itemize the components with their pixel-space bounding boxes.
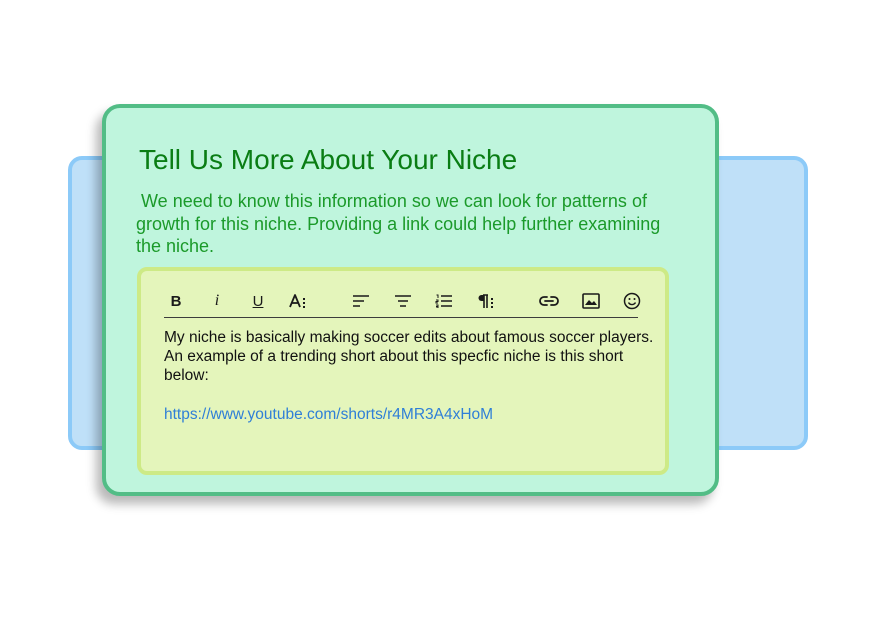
- editor-toolbar: B i U: [164, 287, 641, 318]
- emoji-button[interactable]: [620, 290, 644, 312]
- align-left-icon: [353, 295, 369, 307]
- bold-button[interactable]: B: [164, 290, 188, 312]
- link-icon: [539, 296, 559, 306]
- link-button[interactable]: [537, 290, 561, 312]
- form-title: Tell Us More About Your Niche: [139, 144, 518, 175]
- text-size-button[interactable]: [286, 290, 310, 312]
- numbered-list-icon: [435, 294, 452, 308]
- emoji-icon: [623, 292, 641, 310]
- image-icon: [582, 293, 600, 309]
- editor-content[interactable]: My niche is basically making soccer edit…: [164, 328, 654, 424]
- paragraph-icon: [478, 294, 493, 308]
- text-size-icon: [289, 294, 305, 308]
- align-center-button[interactable]: [391, 290, 415, 312]
- italic-button[interactable]: i: [205, 290, 229, 312]
- numbered-list-button[interactable]: [432, 290, 456, 312]
- editor-body-text: My niche is basically making soccer edit…: [164, 329, 654, 384]
- align-center-icon: [395, 295, 411, 307]
- niche-form-card: Tell Us More About Your Niche We need to…: [102, 104, 719, 496]
- align-left-button[interactable]: [349, 290, 373, 312]
- youtube-link[interactable]: https://www.youtube.com/shorts/r4MR3A4xH…: [164, 405, 493, 424]
- image-button[interactable]: [579, 290, 603, 312]
- rich-text-editor[interactable]: B i U My niche is basically making socce…: [137, 267, 669, 475]
- paragraph-button[interactable]: [474, 290, 498, 312]
- underline-button[interactable]: U: [246, 290, 270, 312]
- form-description: We need to know this information so we c…: [136, 191, 666, 256]
